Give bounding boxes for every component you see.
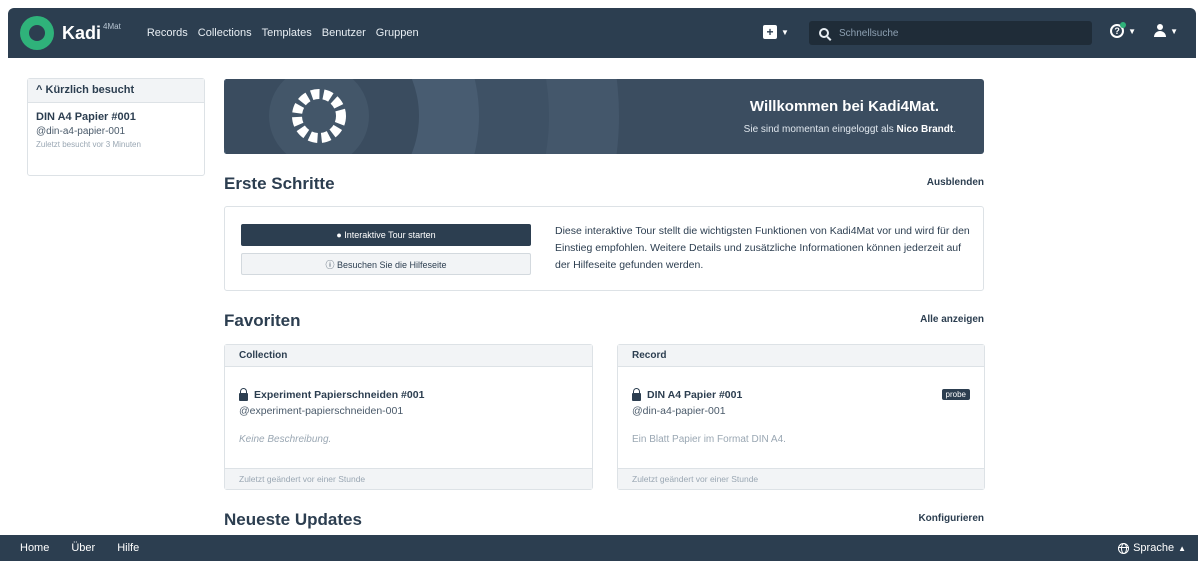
- welcome-subtitle: Sie sind momentan eingeloggt als Nico Br…: [744, 124, 956, 135]
- footer-links: Home Über Hilfe: [20, 542, 139, 554]
- brand-suffix: 4Mat: [103, 21, 121, 31]
- favorites-title: Favoriten: [224, 311, 301, 330]
- card-identifier: @experiment-papierschneiden-001: [239, 405, 404, 417]
- card-header: Collection: [225, 345, 592, 367]
- nav-templates[interactable]: Templates: [262, 27, 312, 39]
- welcome-banner: Willkommen bei Kadi4Mat. Sie sind moment…: [224, 79, 984, 154]
- recently-visited-label: Kürzlich besucht: [45, 84, 135, 96]
- card-identifier: @din-a4-papier-001: [632, 405, 726, 417]
- language-label: Sprache: [1133, 542, 1175, 554]
- nav-records[interactable]: Records: [147, 27, 188, 39]
- nav-right: ? ▼ ▼: [1110, 22, 1178, 38]
- brand-name: Kadi: [62, 22, 102, 43]
- chevron-up-icon: ^: [36, 84, 43, 96]
- caret-up-icon: ▲: [1178, 543, 1186, 553]
- recently-visited-panel: ^ Kürzlich besucht DIN A4 Papier #001 @d…: [27, 78, 205, 176]
- nav-groups[interactable]: Gruppen: [376, 27, 419, 39]
- user-icon: [1154, 24, 1167, 38]
- start-tour-button[interactable]: ● Interaktive Tour starten: [241, 224, 531, 246]
- recently-visited-header[interactable]: ^ Kürzlich besucht: [28, 79, 204, 103]
- top-navbar: Kadi 4Mat Records Collections Templates …: [8, 8, 1196, 58]
- first-steps-box: ● Interaktive Tour starten ⓘ Besuchen Si…: [224, 206, 984, 291]
- search-input[interactable]: [839, 27, 1079, 39]
- hide-link[interactable]: Ausblenden: [927, 177, 984, 188]
- help-icon: ?: [1110, 22, 1127, 38]
- card-header: Record: [618, 345, 984, 367]
- latest-updates-title: Neueste Updates: [224, 510, 362, 529]
- brand-link[interactable]: Kadi 4Mat: [20, 16, 121, 50]
- favorite-card-collection[interactable]: Collection Experiment Papierschneiden #0…: [224, 344, 593, 490]
- help-page-button[interactable]: ⓘ Besuchen Sie die Hilfeseite: [241, 253, 531, 275]
- card-title-text: DIN A4 Papier #001: [647, 389, 743, 401]
- card-title: DIN A4 Papier #001: [632, 388, 743, 401]
- first-steps-title: Erste Schritte: [224, 174, 335, 193]
- lightbulb-icon: ●: [336, 230, 342, 240]
- caret-down-icon: ▼: [1170, 26, 1178, 36]
- configure-link[interactable]: Konfigurieren: [918, 513, 984, 524]
- caret-down-icon: ▼: [781, 27, 789, 37]
- tour-description: Diese interaktive Tour stellt die wichti…: [555, 225, 970, 271]
- welcome-title: Willkommen bei Kadi4Mat.: [749, 98, 939, 115]
- language-dropdown[interactable]: Sprache ▲: [1118, 542, 1186, 554]
- kadi-logo-icon: [20, 16, 54, 50]
- globe-icon: [1118, 542, 1130, 554]
- card-title: Experiment Papierschneiden #001: [239, 388, 425, 401]
- lock-icon: [632, 388, 641, 401]
- logged-in-user: Nico Brandt: [896, 124, 954, 135]
- card-description: Ein Blatt Papier im Format DIN A4.: [632, 434, 786, 445]
- welcome-text: Sie sind momentan eingeloggt als: [743, 124, 894, 135]
- footer-about-link[interactable]: Über: [71, 542, 95, 554]
- footer-home-link[interactable]: Home: [20, 542, 49, 554]
- nav-users[interactable]: Benutzer: [322, 27, 366, 39]
- recently-visited-item[interactable]: DIN A4 Papier #001 @din-a4-papier-001 Zu…: [28, 103, 204, 157]
- favorite-card-record[interactable]: Record DIN A4 Papier #001 probe @din-a4-…: [617, 344, 985, 490]
- card-description: Keine Beschreibung.: [239, 434, 332, 445]
- show-all-link[interactable]: Alle anzeigen: [920, 314, 984, 325]
- search-icon: [819, 28, 829, 38]
- user-dropdown[interactable]: ▼: [1154, 24, 1178, 38]
- quick-search: [809, 21, 1092, 45]
- question-circle-icon: ⓘ: [325, 259, 335, 270]
- caret-down-icon: ▼: [1128, 26, 1137, 36]
- nav-collections[interactable]: Collections: [198, 27, 252, 39]
- card-footer: Zuletzt geändert vor einer Stunde: [618, 468, 984, 489]
- create-dropdown[interactable]: + ▼: [763, 25, 789, 39]
- footer-help-link[interactable]: Hilfe: [117, 542, 139, 554]
- recent-item-identifier: @din-a4-papier-001: [36, 126, 126, 137]
- banner-graphic: [224, 79, 619, 154]
- help-page-label: Besuchen Sie die Hilfeseite: [336, 259, 447, 270]
- lock-icon: [239, 388, 248, 401]
- recent-item-title: DIN A4 Papier #001: [36, 111, 136, 123]
- main-nav: Records Collections Templates Benutzer G…: [147, 27, 419, 39]
- card-footer: Zuletzt geändert vor einer Stunde: [225, 468, 592, 489]
- type-badge: probe: [941, 389, 970, 400]
- card-title-text: Experiment Papierschneiden #001: [254, 389, 425, 401]
- notification-dot: [1120, 22, 1127, 28]
- footer-bar: Home Über Hilfe Sprache ▲: [0, 535, 1198, 561]
- welcome-suffix: .: [953, 124, 956, 135]
- help-dropdown[interactable]: ? ▼: [1110, 22, 1137, 38]
- recent-item-time: Zuletzt besucht vor 3 Minuten: [36, 140, 141, 149]
- plus-icon: +: [763, 25, 777, 39]
- start-tour-label: Interaktive Tour starten: [344, 230, 436, 240]
